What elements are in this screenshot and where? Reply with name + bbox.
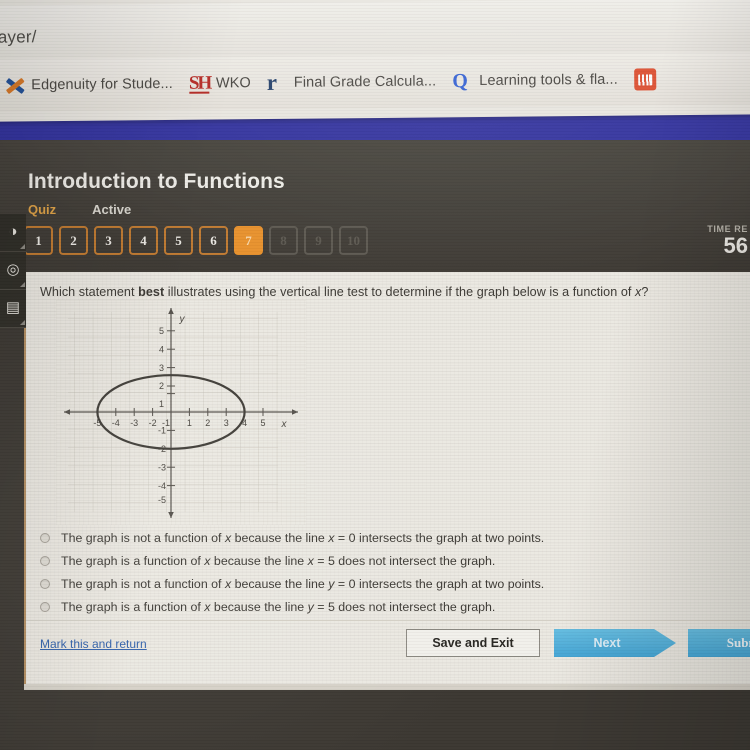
bookmark-quizlet[interactable]: Q Learning tools & fla... — [444, 63, 626, 99]
question-prefix: Which statement — [40, 285, 139, 299]
question-panel: Which statement best illustrates using t… — [24, 272, 750, 684]
bookmark-label: Edgenuity for Stude... — [31, 75, 173, 94]
svg-text:-3: -3 — [158, 462, 166, 472]
option-b[interactable]: The graph is a function of x because the… — [40, 553, 740, 576]
option-c[interactable]: The graph is not a function of x because… — [40, 576, 740, 599]
question-tab-4[interactable]: 4 — [129, 226, 158, 255]
next-button[interactable]: Next — [554, 629, 676, 657]
svg-text:5: 5 — [260, 418, 265, 428]
question-tab-9: 9 — [304, 226, 333, 255]
svg-text:-2: -2 — [149, 418, 157, 428]
question-tab-list: 1 2 3 4 5 6 7 8 9 10 — [24, 226, 368, 255]
svg-text:2: 2 — [159, 381, 164, 391]
bookmark-label: Final Grade Calcula... — [293, 73, 437, 91]
rail-icon-3: ▤ — [5, 299, 21, 316]
question-emphasis: best — [138, 285, 165, 299]
radio-button-a[interactable] — [40, 533, 50, 543]
option-c-label: The graph is not a function of x because… — [61, 577, 545, 591]
svg-text:x: x — [281, 419, 288, 430]
bookmark-label: Learning tools & fla... — [479, 71, 618, 90]
question-middle: illustrates using the vertical line test… — [164, 285, 635, 299]
option-b-label: The graph is a function of x because the… — [61, 554, 496, 568]
edgenuity-x-icon — [4, 75, 24, 95]
bookmark-label: WKO — [215, 75, 251, 92]
question-tab-7[interactable]: 7 — [234, 226, 263, 255]
svg-text:1: 1 — [187, 418, 192, 428]
rail-button-1[interactable]: ◑ — [0, 214, 26, 252]
radio-button-c[interactable] — [40, 579, 50, 589]
browser-chrome: ayer/ Edgenuity for Stude... SH WKO r Fi… — [0, 0, 750, 122]
svg-text:3: 3 — [224, 418, 229, 428]
bookmark-edgenuity[interactable]: Edgenuity for Stude... — [0, 67, 181, 103]
rail-icon-2: ◎ — [6, 261, 20, 278]
question-suffix: ? — [641, 285, 649, 299]
assignment-state-label: Active — [92, 202, 132, 217]
svg-text:-4: -4 — [112, 418, 120, 428]
rail-button-3[interactable]: ▤ — [0, 290, 26, 328]
question-text: Which statement best illustrates using t… — [40, 284, 740, 300]
corner-marker-icon — [20, 282, 25, 287]
panel-bottom-edge — [24, 684, 750, 690]
time-remaining-value: 56 — [723, 233, 748, 258]
option-d[interactable]: The graph is a function of x because the… — [40, 599, 740, 622]
svg-text:4: 4 — [159, 344, 164, 354]
question-tab-8: 8 — [269, 226, 298, 255]
svg-text:y: y — [179, 314, 186, 325]
rail-button-2[interactable]: ◎ — [0, 252, 26, 290]
assignment-type-label: Quiz — [28, 202, 57, 217]
corner-marker-icon — [20, 320, 25, 325]
svg-text:-5: -5 — [158, 495, 166, 505]
option-a[interactable]: The graph is not a function of x because… — [40, 530, 740, 553]
rail-icon-1: ◑ — [8, 223, 18, 240]
rogue-r-icon: r — [266, 69, 278, 96]
corner-marker-icon — [20, 244, 25, 249]
screen-photo: ayer/ Edgenuity for Stude... SH WKO r Fi… — [0, 0, 750, 750]
coordinate-plane-graph: -5 -4 -3 -2 -1 1 2 3 4 5 x 5 4 3 2 1 -1 … — [56, 300, 306, 525]
question-tab-2[interactable]: 2 — [59, 226, 88, 255]
url-text: ayer/ — [0, 27, 37, 47]
radio-button-b[interactable] — [40, 556, 50, 566]
graph-figure: -5 -4 -3 -2 -1 1 2 3 4 5 x 5 4 3 2 1 -1 … — [56, 300, 306, 525]
soundcloud-icon — [633, 68, 656, 91]
question-tab-3[interactable]: 3 — [94, 226, 123, 255]
svg-text:3: 3 — [159, 363, 164, 373]
time-remaining: TIME RE 56 — [686, 224, 748, 258]
submit-button[interactable]: Submit — [688, 629, 750, 657]
svg-text:-3: -3 — [130, 418, 138, 428]
svg-text:1: 1 — [159, 399, 164, 409]
question-tab-1[interactable]: 1 — [24, 226, 53, 255]
action-bar: Mark this and return Save and Exit Next … — [26, 620, 750, 672]
svg-text:-4: -4 — [158, 481, 166, 491]
tool-rail: ◑ ◎ ▤ — [0, 214, 26, 328]
answer-options: The graph is not a function of x because… — [40, 530, 740, 622]
svg-text:2: 2 — [205, 418, 210, 428]
option-d-label: The graph is a function of x because the… — [61, 600, 496, 614]
page-title: Introduction to Functions — [28, 170, 285, 193]
question-tab-10: 10 — [339, 226, 368, 255]
question-tab-6[interactable]: 6 — [199, 226, 228, 255]
quiz-header: Introduction to Functions Quiz Active 1 … — [0, 140, 750, 272]
bookmark-soundcloud[interactable] — [626, 62, 664, 96]
mark-this-and-return-link[interactable]: Mark this and return — [40, 637, 147, 651]
bookmark-bar: Edgenuity for Stude... SH WKO r Final Gr… — [0, 52, 750, 112]
bookmark-final-grade-calculator[interactable]: r Final Grade Calcula... — [259, 64, 445, 100]
question-tab-5[interactable]: 5 — [164, 226, 193, 255]
svg-text:5: 5 — [159, 326, 164, 336]
bookmark-wko[interactable]: SH WKO — [181, 66, 259, 101]
sh-icon: SH — [188, 72, 211, 94]
quizlet-q-icon: Q — [452, 70, 468, 93]
svg-text:-1: -1 — [158, 426, 166, 436]
quiz-meta: Quiz Active — [28, 202, 131, 217]
radio-button-d[interactable] — [40, 602, 50, 612]
url-bar[interactable]: ayer/ — [0, 0, 750, 58]
save-and-exit-button[interactable]: Save and Exit — [406, 629, 540, 657]
option-a-label: The graph is not a function of x because… — [61, 531, 545, 545]
